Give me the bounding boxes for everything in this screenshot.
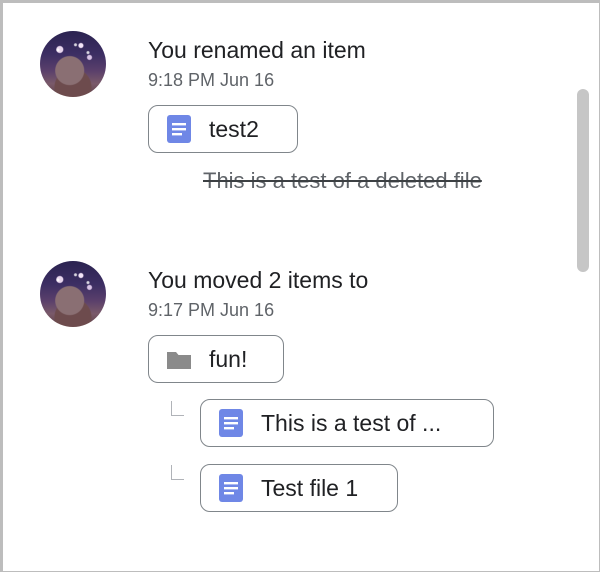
previous-file-name: This is a test of a deleted file: [203, 168, 482, 193]
tree-connector: [171, 401, 184, 416]
file-name: This is a test of ...: [261, 409, 442, 436]
file-chip[interactable]: This is a test of ...: [200, 399, 494, 447]
file-name: Test file 1: [261, 474, 359, 501]
activity-title: You renamed an item: [148, 37, 366, 63]
user-avatar: [40, 261, 106, 327]
activity-timestamp: 9:18 PM Jun 16: [148, 70, 275, 90]
google-docs-icon: [219, 409, 243, 437]
google-docs-icon: [219, 474, 243, 502]
user-avatar: [40, 31, 106, 97]
folder-name: fun!: [209, 345, 248, 372]
folder-icon: [167, 352, 191, 369]
tree-connector: [171, 465, 184, 480]
google-docs-icon: [167, 115, 191, 143]
scrollbar-thumb[interactable]: [577, 89, 589, 272]
activity-title: You moved 2 items to: [148, 267, 369, 293]
file-chip[interactable]: Test file 1: [200, 464, 398, 512]
folder-chip[interactable]: fun!: [148, 335, 284, 383]
activity-panel: You renamed an item 9:18 PM Jun 16 test2…: [0, 0, 600, 572]
file-name: test2: [209, 115, 259, 142]
file-chip[interactable]: test2: [148, 105, 298, 153]
activity-timestamp: 9:17 PM Jun 16: [148, 300, 275, 320]
